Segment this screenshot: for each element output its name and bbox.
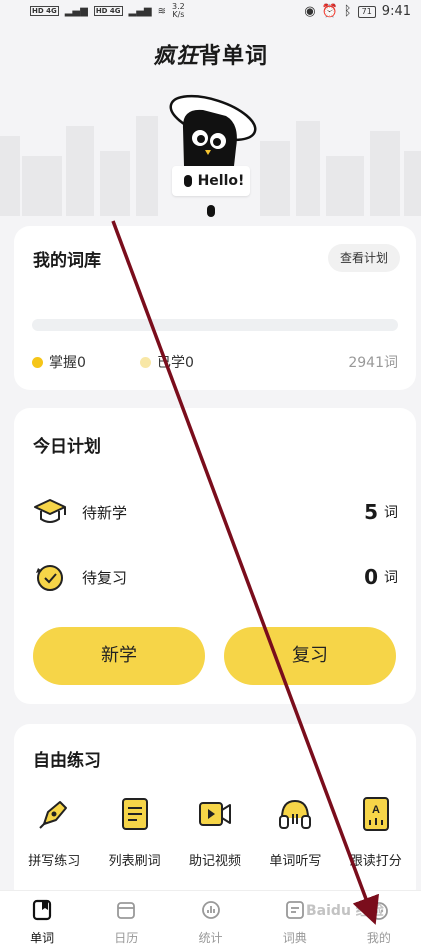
practice-spelling[interactable]: 拼写练习	[14, 794, 94, 869]
mastered-dot-icon	[32, 356, 43, 368]
headphones-icon	[279, 799, 312, 829]
practice-label-video: 助记视频	[188, 854, 241, 869]
tab-label-profile: 我的	[366, 931, 391, 945]
alarm-icon: ⏰	[321, 4, 338, 19]
tab-stats[interactable]: 统计	[168, 891, 252, 945]
watermark-logo: Baidu 经验	[306, 903, 384, 919]
vocabulary-library-card[interactable]: 我的词库 查看计划 掌握0 已学0 2941词	[14, 226, 416, 390]
review-button[interactable]: 复习	[224, 627, 396, 685]
free-practice-title: 自由练习	[33, 751, 101, 771]
signal-icon: ▂▄▆	[64, 5, 88, 17]
network-indicator-1: HD 4G	[30, 6, 59, 16]
read-score-icon: A	[362, 797, 389, 831]
today-plan-title: 今日计划	[33, 437, 101, 457]
practice-video[interactable]: 助记视频	[175, 794, 255, 869]
task-count-review: 0	[364, 565, 378, 589]
task-row-new[interactable]: 待新学 5 词	[32, 492, 398, 532]
practice-list[interactable]: 列表刷词	[94, 794, 174, 869]
wifi-icon: ≋	[157, 5, 167, 17]
mastered-count: 掌握0	[49, 355, 86, 371]
stats-icon	[201, 901, 220, 919]
mascot-hand-right	[207, 205, 215, 217]
practice-read-score[interactable]: A 跟读打分	[336, 794, 416, 869]
library-title: 我的词库	[33, 251, 101, 271]
mastered-legend: 掌握0	[32, 352, 86, 372]
review-clock-icon	[36, 565, 63, 591]
tab-label-calendar: 日历	[114, 931, 139, 945]
practice-grid: 拼写练习 列表刷词 助记视频 单词听写 A 跟读打分	[14, 794, 416, 869]
new-learn-button[interactable]: 新学	[33, 627, 205, 685]
clock-time: 9:41	[381, 4, 411, 19]
total-word-count: 2941词	[348, 355, 398, 371]
battery-indicator: 71	[357, 5, 376, 18]
task-row-review[interactable]: 待复习 0 词	[32, 557, 398, 597]
learned-count: 已学0	[157, 355, 194, 371]
svg-text:A: A	[372, 804, 380, 816]
practice-label-spelling: 拼写练习	[28, 854, 81, 869]
tab-label-dictionary: 词典	[282, 931, 307, 945]
library-progress-bar	[32, 319, 398, 331]
task-label-review: 待复习	[82, 568, 128, 587]
learned-legend: 已学0	[140, 352, 194, 372]
tab-calendar[interactable]: 日历	[84, 891, 168, 945]
free-practice-card: 自由练习 拼写练习 列表刷词 助记视频 单词听写 A 跟读打分	[14, 724, 416, 904]
book-icon	[32, 899, 52, 921]
practice-label-read-score: 跟读打分	[349, 854, 402, 869]
mascot-greeting-text: Hello!	[197, 173, 245, 189]
practice-label-list: 列表刷词	[108, 854, 161, 869]
signal-icon-2: ▂▄▆	[128, 5, 152, 17]
bluetooth-icon: ᛒ	[343, 4, 352, 19]
tab-label-words: 单词	[30, 931, 55, 945]
app-title: 疯狂背单词	[0, 38, 421, 70]
tab-label-stats: 统计	[198, 931, 223, 945]
graduation-cap-icon	[34, 499, 66, 523]
view-plan-button[interactable]: 查看计划	[327, 244, 400, 272]
calendar-icon	[117, 902, 136, 919]
mascot-greeting-sign: Hello!	[172, 166, 250, 217]
task-count-new: 5	[364, 500, 378, 524]
list-icon	[121, 798, 148, 830]
learned-dot-icon	[140, 356, 151, 368]
task-label-new: 待新学	[82, 503, 128, 522]
practice-label-dictation: 单词听写	[269, 854, 322, 869]
task-unit-new: 词	[384, 505, 398, 521]
practice-dictation[interactable]: 单词听写	[255, 794, 335, 869]
app-title-brand: 疯狂	[152, 44, 199, 69]
pen-icon	[39, 801, 68, 829]
mascot-hand-left	[183, 175, 192, 187]
today-plan-card: 今日计划 待新学 5 词 待复习 0 词 新学 复习	[14, 408, 416, 704]
video-icon	[198, 802, 231, 826]
app-title-text: 背单词	[199, 44, 269, 69]
tab-words[interactable]: 单词	[0, 891, 84, 945]
dictionary-icon	[285, 901, 304, 919]
eye-icon: ◉	[304, 4, 316, 19]
task-unit-review: 词	[384, 570, 398, 586]
status-bar: HD 4G ▂▄▆ HD 4G ▂▄▆ ≋ 3.2 K/s ◉ ⏰ ᛒ 71 9…	[0, 0, 421, 26]
network-speed: 3.2 K/s	[172, 2, 185, 19]
network-indicator-2: HD 4G	[93, 6, 123, 16]
